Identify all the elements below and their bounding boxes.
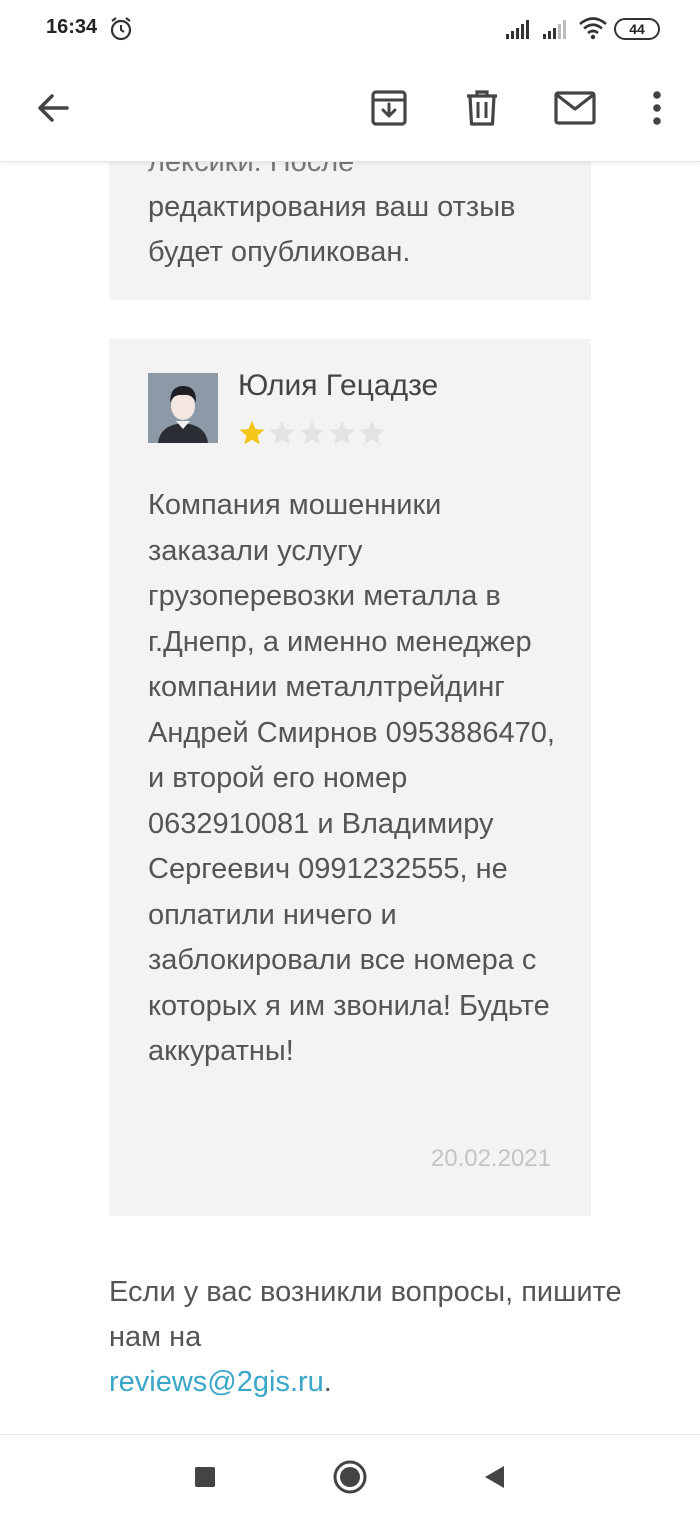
status-bar: 16:34 44 — [0, 0, 700, 60]
status-time: 16:34 — [46, 16, 98, 38]
notice-text-body: редактирования ваш отзыв будет опубликов… — [148, 191, 516, 268]
notice-text: лексики. После редактирования ваш отзыв … — [148, 162, 568, 275]
reviewer-name: Юлия Гецадзе — [238, 369, 439, 402]
notice-card: лексики. После редактирования ваш отзыв … — [109, 162, 591, 300]
alarm-icon — [110, 17, 132, 41]
signal-icon — [543, 20, 566, 39]
user-avatar-icon — [148, 373, 218, 443]
footer-text: Если у вас возникли вопросы, пишите нам … — [109, 1270, 629, 1405]
review-text: Компания мошенники заказали услугу грузо… — [148, 489, 555, 1067]
back-triangle-icon — [485, 1466, 504, 1488]
home-button[interactable] — [330, 1457, 370, 1497]
footer-suffix: . — [323, 1366, 332, 1398]
app-bar — [0, 60, 700, 162]
back-button[interactable] — [27, 82, 79, 134]
mark-unread-button[interactable] — [549, 82, 601, 134]
star-filled-icon — [239, 420, 265, 445]
back-arrow-icon — [38, 94, 69, 122]
star-empty-icon — [329, 420, 355, 445]
email-body[interactable]: лексики. После редактирования ваш отзыв … — [0, 162, 700, 1434]
footer-message: Если у вас возникли вопросы, пишите нам … — [109, 1276, 622, 1353]
notice-text-partial: лексики. После — [148, 162, 355, 178]
nav-back-button[interactable] — [474, 1457, 514, 1497]
delete-icon — [467, 90, 497, 126]
more-vert-icon — [653, 91, 661, 125]
wifi-icon — [579, 17, 607, 40]
archive-icon — [371, 90, 407, 126]
signal-icon — [506, 20, 529, 39]
archive-button[interactable] — [363, 82, 415, 134]
recents-button[interactable] — [185, 1457, 225, 1497]
star-empty-icon — [299, 420, 325, 445]
review-date: 20.02.2021 — [430, 1145, 551, 1172]
mail-icon — [554, 91, 596, 125]
delete-button[interactable] — [456, 82, 508, 134]
star-empty-icon — [359, 420, 385, 445]
system-nav-bar — [0, 1434, 700, 1517]
recents-square-icon — [195, 1467, 215, 1487]
review-card: Юлия Гецадзе Компания мошенники заказали… — [109, 339, 591, 1216]
battery-icon: 44 — [614, 18, 660, 40]
avatar — [148, 373, 218, 443]
rating-stars — [238, 419, 386, 447]
star-empty-icon — [269, 420, 295, 445]
more-options-button[interactable] — [631, 82, 683, 134]
home-circle-icon — [333, 1460, 367, 1494]
support-email-link[interactable]: reviews@2gis.ru — [109, 1366, 324, 1398]
